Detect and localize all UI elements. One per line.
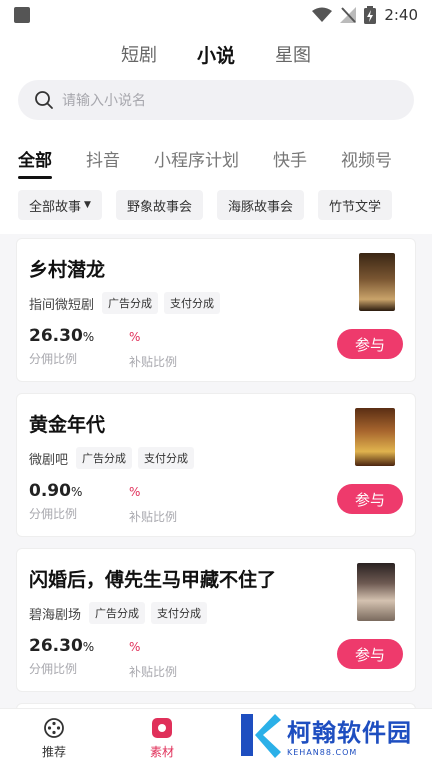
subsidy-label: 补贴比例	[129, 665, 178, 679]
search-placeholder: 请输入小说名	[62, 93, 146, 109]
notification-icon	[14, 7, 30, 23]
filter-zhujie[interactable]: 竹节文学	[317, 190, 392, 220]
novel-list: 乡村潜龙 指间微短剧 广告分成 支付分成 26.30% 分佣比例 % 补贴比例 …	[0, 234, 432, 717]
film-reel-icon	[44, 718, 64, 738]
no-signal-icon	[340, 7, 357, 23]
subsidy-label: 补贴比例	[129, 355, 178, 369]
novel-card[interactable]: 乡村潜龙 指间微短剧 广告分成 支付分成 26.30% 分佣比例 % 补贴比例 …	[16, 238, 416, 382]
join-button[interactable]: 参与	[337, 639, 403, 669]
commission-value: 26.30%	[29, 636, 95, 656]
novel-source: 指间微短剧	[29, 297, 95, 313]
wifi-icon	[312, 7, 333, 22]
search-input[interactable]: 请输入小说名	[18, 80, 414, 120]
filter-label: 海豚故事会	[227, 199, 293, 215]
novel-title: 黄金年代	[29, 414, 106, 436]
status-bar: 2:40	[0, 0, 432, 30]
tag-pay-share: 支付分成	[151, 602, 208, 624]
filter-label: 竹节文学	[328, 199, 381, 215]
cover-image	[357, 563, 395, 621]
search-icon	[35, 91, 53, 109]
tab-douyin[interactable]: 抖音	[86, 146, 120, 171]
tab-channels[interactable]: 视频号	[341, 146, 392, 171]
battery-icon	[364, 6, 377, 24]
tag-pay-share: 支付分成	[138, 447, 195, 469]
tab-kuaishou[interactable]: 快手	[273, 146, 307, 171]
caret-down-icon: ▼	[84, 200, 91, 210]
filter-all-stories[interactable]: 全部故事 ▼	[18, 190, 102, 220]
commission-label: 分佣比例	[29, 662, 78, 676]
filter-label: 全部故事	[29, 199, 82, 215]
watermark-title: 柯翰软件园	[287, 719, 412, 747]
commission-value: 26.30%	[29, 326, 95, 346]
novel-source: 碧海剧场	[29, 607, 82, 623]
novel-title: 乡村潜龙	[29, 259, 106, 281]
filter-chips: 全部故事 ▼ 野象故事会 海豚故事会 竹节文学	[0, 186, 432, 234]
novel-card[interactable]: 闪婚后，傅先生马甲藏不住了 碧海剧场 广告分成 支付分成 26.30% 分佣比例…	[16, 548, 416, 692]
watermark-subtitle: KEHAN88.COM	[287, 748, 358, 757]
subsidy-value: %	[129, 485, 141, 499]
nav-material[interactable]: 素材	[108, 709, 216, 768]
tag-ad-share: 广告分成	[76, 447, 133, 469]
novel-title: 闪婚后，傅先生马甲藏不住了	[29, 569, 277, 591]
novel-source: 微剧吧	[29, 452, 69, 468]
cover-image	[359, 253, 395, 311]
category-tabs: 全部 抖音 小程序计划 快手 视频号	[0, 130, 432, 186]
filter-haitun[interactable]: 海豚故事会	[216, 190, 304, 220]
novel-card[interactable]: 黄金年代 微剧吧 广告分成 支付分成 0.90% 分佣比例 % 补贴比例 参与	[16, 393, 416, 537]
watermark-logo-icon	[241, 714, 281, 758]
join-button[interactable]: 参与	[337, 484, 403, 514]
tag-pay-share: 支付分成	[164, 292, 221, 314]
subsidy-label: 补贴比例	[129, 510, 178, 524]
filter-yexiang[interactable]: 野象故事会	[115, 190, 203, 220]
commission-label: 分佣比例	[29, 507, 78, 521]
subsidy-value: %	[129, 330, 141, 344]
status-time: 2:40	[384, 6, 418, 24]
commission-label: 分佣比例	[29, 352, 78, 366]
nav-label: 推荐	[41, 745, 66, 759]
tab-novel[interactable]: 小说	[197, 41, 235, 68]
top-tabs: 短剧 小说 星图	[0, 30, 432, 78]
subsidy-value: %	[129, 640, 141, 654]
filter-label: 野象故事会	[126, 199, 192, 215]
tab-short-drama[interactable]: 短剧	[121, 41, 157, 67]
tab-mini-program[interactable]: 小程序计划	[154, 146, 239, 171]
cover-image	[355, 408, 395, 466]
watermark: 柯翰软件园 KEHAN88.COM	[237, 712, 412, 758]
join-button[interactable]: 参与	[337, 329, 403, 359]
tab-star-map[interactable]: 星图	[275, 41, 311, 67]
tag-ad-share: 广告分成	[89, 602, 146, 624]
tab-all[interactable]: 全部	[18, 146, 52, 179]
commission-value: 0.90%	[29, 481, 83, 501]
tag-ad-share: 广告分成	[102, 292, 159, 314]
search-section: 请输入小说名	[0, 78, 432, 130]
nav-recommend[interactable]: 推荐	[0, 709, 108, 768]
nav-label: 素材	[149, 745, 174, 759]
material-icon	[152, 718, 172, 738]
